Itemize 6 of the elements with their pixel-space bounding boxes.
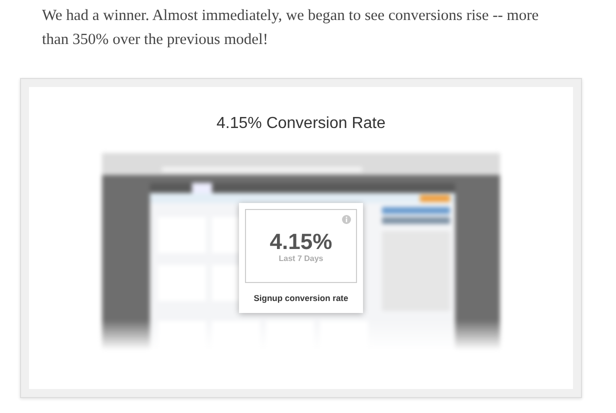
- info-icon: [342, 215, 351, 224]
- article-paragraph: We had a winner. Almost immediately, we began to see conversions rise -- more than 350% over the previous model!: [42, 6, 540, 50]
- figure-title: 4.15% Conversion Rate: [216, 115, 386, 133]
- metric-period: Last 7 Days: [278, 254, 324, 262]
- metric-value: 4.15%: [270, 230, 332, 254]
- metric-label: Signup conversion rate: [254, 293, 348, 303]
